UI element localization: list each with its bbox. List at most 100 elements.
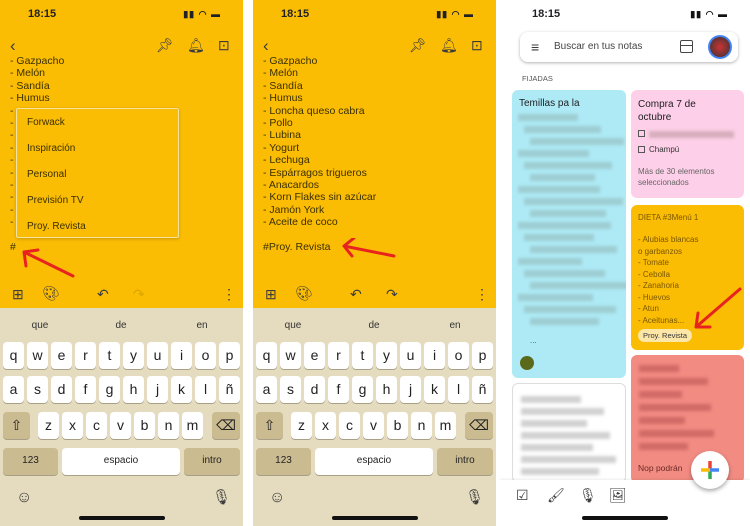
key-b[interactable]: b: [387, 412, 408, 439]
suggestion[interactable]: en: [162, 320, 242, 331]
key-h[interactable]: h: [123, 376, 144, 403]
return-key[interactable]: intro: [184, 448, 240, 475]
reminder-icon[interactable]: 🔔︎: [440, 38, 458, 52]
shift-key[interactable]: ⇧: [3, 412, 30, 439]
brush-icon[interactable]: 🖌︎: [547, 488, 565, 502]
key-j[interactable]: j: [147, 376, 168, 403]
avatar[interactable]: [708, 35, 732, 59]
undo-icon[interactable]: ↶: [97, 287, 109, 301]
pin-icon[interactable]: 📌︎: [409, 38, 427, 52]
emoji-icon[interactable]: ☺: [269, 490, 285, 506]
emoji-icon[interactable]: ☺: [16, 490, 32, 506]
note-card-white[interactable]: [512, 383, 626, 483]
key-c[interactable]: c: [339, 412, 360, 439]
key-s[interactable]: s: [27, 376, 48, 403]
key-s[interactable]: s: [280, 376, 301, 403]
suggestion[interactable]: que: [253, 320, 333, 331]
key-v[interactable]: v: [363, 412, 384, 439]
key-p[interactable]: p: [219, 342, 240, 369]
pin-icon[interactable]: 📌︎: [156, 38, 174, 52]
key-y[interactable]: y: [123, 342, 144, 369]
numbers-key[interactable]: 123: [256, 448, 311, 475]
more-icon[interactable]: ⋮: [222, 287, 236, 301]
archive-icon[interactable]: ⊡: [218, 38, 230, 52]
return-key[interactable]: intro: [437, 448, 493, 475]
key-z[interactable]: z: [291, 412, 312, 439]
more-icon[interactable]: ⋮: [475, 287, 489, 301]
key-a[interactable]: a: [3, 376, 24, 403]
key-a[interactable]: a: [256, 376, 277, 403]
layout-toggle-icon[interactable]: [680, 40, 693, 53]
backspace-key[interactable]: ⌫: [212, 412, 240, 439]
key-h[interactable]: h: [376, 376, 397, 403]
menu-icon[interactable]: ≡: [531, 40, 539, 54]
key-u[interactable]: u: [147, 342, 168, 369]
back-icon[interactable]: ‹: [10, 37, 16, 54]
space-key[interactable]: espacio: [62, 448, 180, 475]
key-l[interactable]: l: [448, 376, 469, 403]
label-suggestion-item[interactable]: Previsión TV: [27, 195, 84, 206]
back-icon[interactable]: ‹: [263, 37, 269, 54]
mic-icon[interactable]: 🎙︎: [579, 488, 597, 502]
key-g[interactable]: g: [99, 376, 120, 403]
suggestion[interactable]: de: [81, 320, 161, 331]
key-t[interactable]: t: [352, 342, 373, 369]
key-d[interactable]: d: [304, 376, 325, 403]
key-c[interactable]: c: [86, 412, 107, 439]
note-card-pink[interactable]: Compra 7 de octubre Champú Más de 30 ele…: [631, 90, 744, 198]
key-l[interactable]: l: [195, 376, 216, 403]
key-k[interactable]: k: [171, 376, 192, 403]
redo-icon[interactable]: ↷: [386, 287, 398, 301]
suggestion[interactable]: en: [415, 320, 495, 331]
key-o[interactable]: o: [448, 342, 469, 369]
key-y[interactable]: y: [376, 342, 397, 369]
suggestion[interactable]: de: [334, 320, 414, 331]
redo-icon[interactable]: ↷: [133, 287, 145, 301]
key-m[interactable]: m: [435, 412, 456, 439]
backspace-key[interactable]: ⌫: [465, 412, 493, 439]
checkbox-new-list-icon[interactable]: ☑: [516, 488, 529, 502]
key-v[interactable]: v: [110, 412, 131, 439]
key-g[interactable]: g: [352, 376, 373, 403]
undo-icon[interactable]: ↶: [350, 287, 362, 301]
note-card-cyan[interactable]: Temillas pa la ...: [512, 90, 626, 378]
archive-icon[interactable]: ⊡: [471, 38, 483, 52]
reminder-icon[interactable]: 🔔︎: [187, 38, 205, 52]
add-box-icon[interactable]: ⊞: [265, 287, 277, 301]
label-suggestion-item[interactable]: Inspiración: [27, 143, 75, 154]
label-suggestion-item[interactable]: Personal: [27, 169, 66, 180]
key-z[interactable]: z: [38, 412, 59, 439]
add-box-icon[interactable]: ⊞: [12, 287, 24, 301]
key-f[interactable]: f: [328, 376, 349, 403]
key-j[interactable]: j: [400, 376, 421, 403]
key-m[interactable]: m: [182, 412, 203, 439]
key-d[interactable]: d: [51, 376, 72, 403]
key-w[interactable]: w: [280, 342, 301, 369]
label-suggestion-item[interactable]: Proy. Revista: [27, 221, 86, 232]
key-o[interactable]: o: [195, 342, 216, 369]
image-icon[interactable]: 🖼︎: [609, 488, 627, 502]
key-e[interactable]: e: [304, 342, 325, 369]
shift-key[interactable]: ⇧: [256, 412, 283, 439]
key-q[interactable]: q: [256, 342, 277, 369]
key-n[interactable]: n: [411, 412, 432, 439]
key-x[interactable]: x: [315, 412, 336, 439]
key-i[interactable]: i: [424, 342, 445, 369]
typed-text[interactable]: #: [10, 241, 16, 253]
search-bar[interactable]: ≡ Buscar en tus notas: [520, 32, 738, 62]
key-i[interactable]: i: [171, 342, 192, 369]
search-placeholder[interactable]: Buscar en tus notas: [554, 41, 642, 52]
key-r[interactable]: r: [75, 342, 96, 369]
key-ñ[interactable]: ñ: [472, 376, 493, 403]
key-b[interactable]: b: [134, 412, 155, 439]
typed-text[interactable]: #Proy. Revista: [263, 241, 331, 253]
dictation-mic-icon[interactable]: 🎙︎: [212, 490, 231, 505]
key-f[interactable]: f: [75, 376, 96, 403]
suggestion[interactable]: que: [0, 320, 80, 331]
key-u[interactable]: u: [400, 342, 421, 369]
key-e[interactable]: e: [51, 342, 72, 369]
key-q[interactable]: q: [3, 342, 24, 369]
key-ñ[interactable]: ñ: [219, 376, 240, 403]
key-k[interactable]: k: [424, 376, 445, 403]
space-key[interactable]: espacio: [315, 448, 433, 475]
